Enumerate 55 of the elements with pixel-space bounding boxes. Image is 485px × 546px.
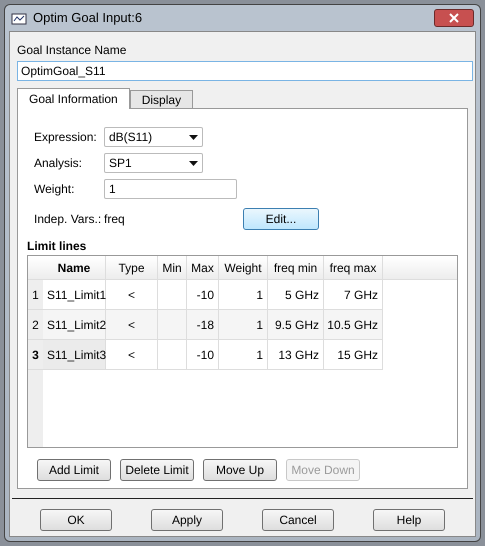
tab[interactable]: Goal Information bbox=[17, 88, 130, 109]
button[interactable]: Cancel bbox=[262, 509, 334, 531]
edit-button[interactable]: Edit... bbox=[243, 208, 319, 230]
row-number[interactable]: 1 bbox=[28, 280, 43, 310]
button[interactable]: Apply bbox=[151, 509, 223, 531]
table-cell: S11_Limit3 bbox=[43, 340, 106, 370]
table-cell: 1 bbox=[219, 310, 268, 340]
column-header[interactable]: Type bbox=[106, 256, 158, 279]
dropdown[interactable]: SP1 bbox=[104, 153, 203, 173]
table-cell: 1 bbox=[219, 280, 268, 310]
app-icon bbox=[11, 11, 27, 25]
close-button[interactable] bbox=[434, 9, 474, 27]
column-header[interactable]: freq min bbox=[268, 256, 324, 279]
table-cell: 5 GHz bbox=[268, 280, 324, 310]
table-cell: 1 bbox=[219, 340, 268, 370]
table-cell: -10 bbox=[187, 280, 219, 310]
column-header[interactable]: freq max bbox=[324, 256, 383, 279]
close-icon bbox=[449, 13, 459, 23]
instance-name-field[interactable]: OptimGoal_S11 bbox=[17, 61, 473, 81]
caret-icon bbox=[189, 134, 198, 140]
table-cell: 13 GHz bbox=[268, 340, 324, 370]
table-cell: < bbox=[106, 310, 158, 340]
caret-icon bbox=[189, 160, 198, 166]
table-cell: S11_Limit2 bbox=[43, 310, 106, 340]
table-cell: 15 GHz bbox=[324, 340, 383, 370]
table-cell: < bbox=[106, 340, 158, 370]
field-label: Expression: bbox=[34, 129, 98, 146]
section-title: Limit lines bbox=[27, 238, 88, 255]
table-cell: 7 GHz bbox=[324, 280, 383, 310]
button[interactable]: Help bbox=[373, 509, 445, 531]
dropdown[interactable]: dB(S11) bbox=[104, 127, 203, 147]
table-cell: 10.5 GHz bbox=[324, 310, 383, 340]
field-label: Weight: bbox=[34, 181, 76, 198]
window-title: Optim Goal Input:6 bbox=[33, 9, 144, 28]
button[interactable]: OK bbox=[40, 509, 112, 531]
table-cell: -18 bbox=[187, 310, 219, 340]
field-label: Analysis: bbox=[34, 155, 84, 172]
button[interactable]: Delete Limit bbox=[120, 459, 194, 481]
input-field[interactable]: 1 bbox=[104, 179, 237, 199]
column-header[interactable]: Max bbox=[187, 256, 219, 279]
button[interactable]: Move Up bbox=[203, 459, 277, 481]
row-number[interactable]: 3 bbox=[28, 340, 43, 370]
tab[interactable]: Display bbox=[130, 90, 194, 108]
table-cell: S11_Limit1 bbox=[43, 280, 106, 310]
field-label: Indep. Vars.: bbox=[34, 211, 102, 228]
field-label: Goal Instance Name bbox=[17, 42, 128, 59]
table-cell: < bbox=[106, 280, 158, 310]
table-cell: -10 bbox=[187, 340, 219, 370]
field-value: freq bbox=[104, 211, 126, 228]
button[interactable]: Add Limit bbox=[37, 459, 111, 481]
column-header[interactable]: Name bbox=[43, 256, 106, 279]
row-number[interactable]: 2 bbox=[28, 310, 43, 340]
table-cell: 9.5 GHz bbox=[268, 310, 324, 340]
column-header[interactable]: Weight bbox=[219, 256, 268, 279]
column-header[interactable]: Min bbox=[158, 256, 187, 279]
